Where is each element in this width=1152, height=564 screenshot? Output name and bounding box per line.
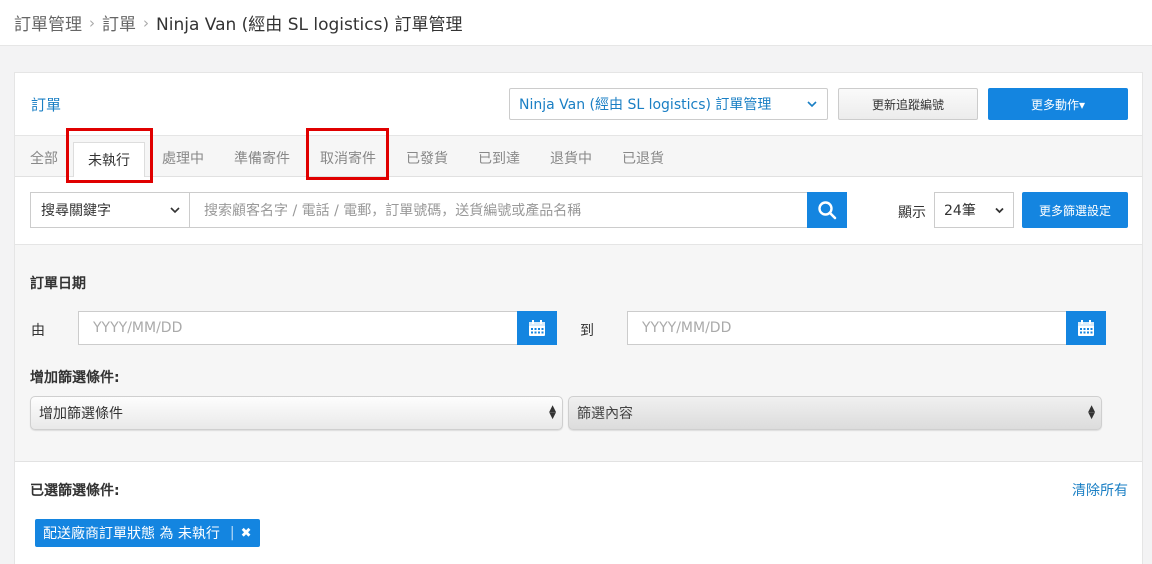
filter-content-select[interactable]: 篩選內容 ▲ ▼ [568, 396, 1102, 430]
add-filter-select[interactable]: 增加篩選條件 ▲ ▼ [30, 396, 563, 430]
calendar-icon [529, 320, 545, 336]
shop-select-value: Ninja Van (經由 SL logistics) 訂單管理 [519, 97, 772, 113]
add-filter-select-value: 增加篩選條件 [39, 406, 123, 422]
page-size-value: 24筆 [944, 203, 976, 219]
from-label: 由 [31, 323, 45, 339]
up-down-arrow-icon: ▲ ▼ [549, 404, 556, 421]
from-calendar-button[interactable] [517, 311, 557, 345]
keyword-select-value: 搜尋關鍵字 [41, 203, 111, 219]
filter-area: 訂單日期 由 YYYY/MM/DD 到 YYYY/MM/DD 增加篩選條件: 增… [15, 245, 1142, 462]
page-size-select[interactable]: 24筆 [934, 192, 1014, 228]
order-date-title: 訂單日期 [30, 276, 86, 292]
tab-returned[interactable]: 已退貨 [622, 148, 664, 168]
chevron-down-icon [170, 207, 180, 214]
selected-filters-title: 已選篩選條件: [30, 483, 120, 499]
chip-divider: | [229, 525, 235, 541]
shop-select[interactable]: Ninja Van (經由 SL logistics) 訂單管理 [509, 88, 828, 120]
filter-chip: 配送廠商訂單狀態 為 未執行 | ✖ [35, 519, 260, 547]
search-input[interactable]: 搜索顧客名字 / 電話 / 電郵，訂單號碼，送貨編號或產品名稱 [189, 192, 808, 228]
clear-all-link[interactable]: 清除所有 [1072, 480, 1128, 500]
add-filter-title: 增加篩選條件: [30, 370, 120, 386]
tab-processing[interactable]: 處理中 [162, 148, 204, 168]
tab-all[interactable]: 全部 [30, 148, 58, 168]
tab-shipped[interactable]: 已發貨 [406, 148, 448, 168]
chevron-down-icon [807, 101, 817, 108]
to-calendar-button[interactable] [1066, 311, 1106, 345]
selected-filters: 已選篩選條件: 清除所有 配送廠商訂單狀態 為 未執行 | ✖ [15, 462, 1142, 564]
breadcrumb-item-current: Ninja Van (經由 SL logistics) 訂單管理 [156, 15, 463, 35]
keyword-select[interactable]: 搜尋關鍵字 [30, 192, 190, 228]
highlight-box-pending [66, 128, 153, 183]
tab-ready-to-ship[interactable]: 準備寄件 [234, 148, 290, 168]
breadcrumb-item-order-management[interactable]: 訂單管理 [14, 10, 82, 35]
chevron-right-icon: › [143, 13, 149, 32]
calendar-icon [1078, 320, 1094, 336]
more-filters-button[interactable]: 更多篩選設定 [1022, 192, 1128, 228]
from-date-input[interactable]: YYYY/MM/DD [78, 311, 518, 345]
more-actions-button[interactable]: 更多動作▾ [988, 88, 1128, 120]
search-icon [818, 201, 837, 220]
panel-header: 訂單 Ninja Van (經由 SL logistics) 訂單管理 更新追蹤… [15, 73, 1142, 136]
update-tracking-button[interactable]: 更新追蹤編號 [838, 88, 978, 120]
breadcrumb-item-orders[interactable]: 訂單 [102, 10, 136, 35]
tab-returning[interactable]: 退貨中 [550, 148, 592, 168]
up-down-arrow-icon: ▲ ▼ [1088, 404, 1095, 421]
search-row: 搜尋關鍵字 搜索顧客名字 / 電話 / 電郵，訂單號碼，送貨編號或產品名稱 顯示… [15, 177, 1142, 245]
highlight-box-cancel [306, 128, 389, 180]
search-button[interactable] [807, 192, 847, 228]
orders-panel: 訂單 Ninja Van (經由 SL logistics) 訂單管理 更新追蹤… [14, 72, 1143, 564]
tab-arrived[interactable]: 已到達 [478, 148, 520, 168]
show-label: 顯示 [898, 205, 926, 221]
close-icon[interactable]: ✖ [241, 526, 252, 541]
to-date-input[interactable]: YYYY/MM/DD [627, 311, 1067, 345]
to-label: 到 [580, 323, 594, 339]
page-title: 訂單 [31, 96, 62, 114]
filter-content-select-value: 篩選內容 [577, 406, 633, 422]
breadcrumb: 訂單管理 › 訂單 › Ninja Van (經由 SL logistics) … [0, 0, 1152, 46]
chevron-down-icon [995, 207, 1004, 214]
status-tabs: 全部 未執行 處理中 準備寄件 取消寄件 已發貨 已到達 退貨中 已退貨 [15, 136, 1142, 177]
chevron-right-icon: › [89, 13, 95, 32]
filter-chip-label: 配送廠商訂單狀態 為 未執行 [43, 526, 220, 542]
